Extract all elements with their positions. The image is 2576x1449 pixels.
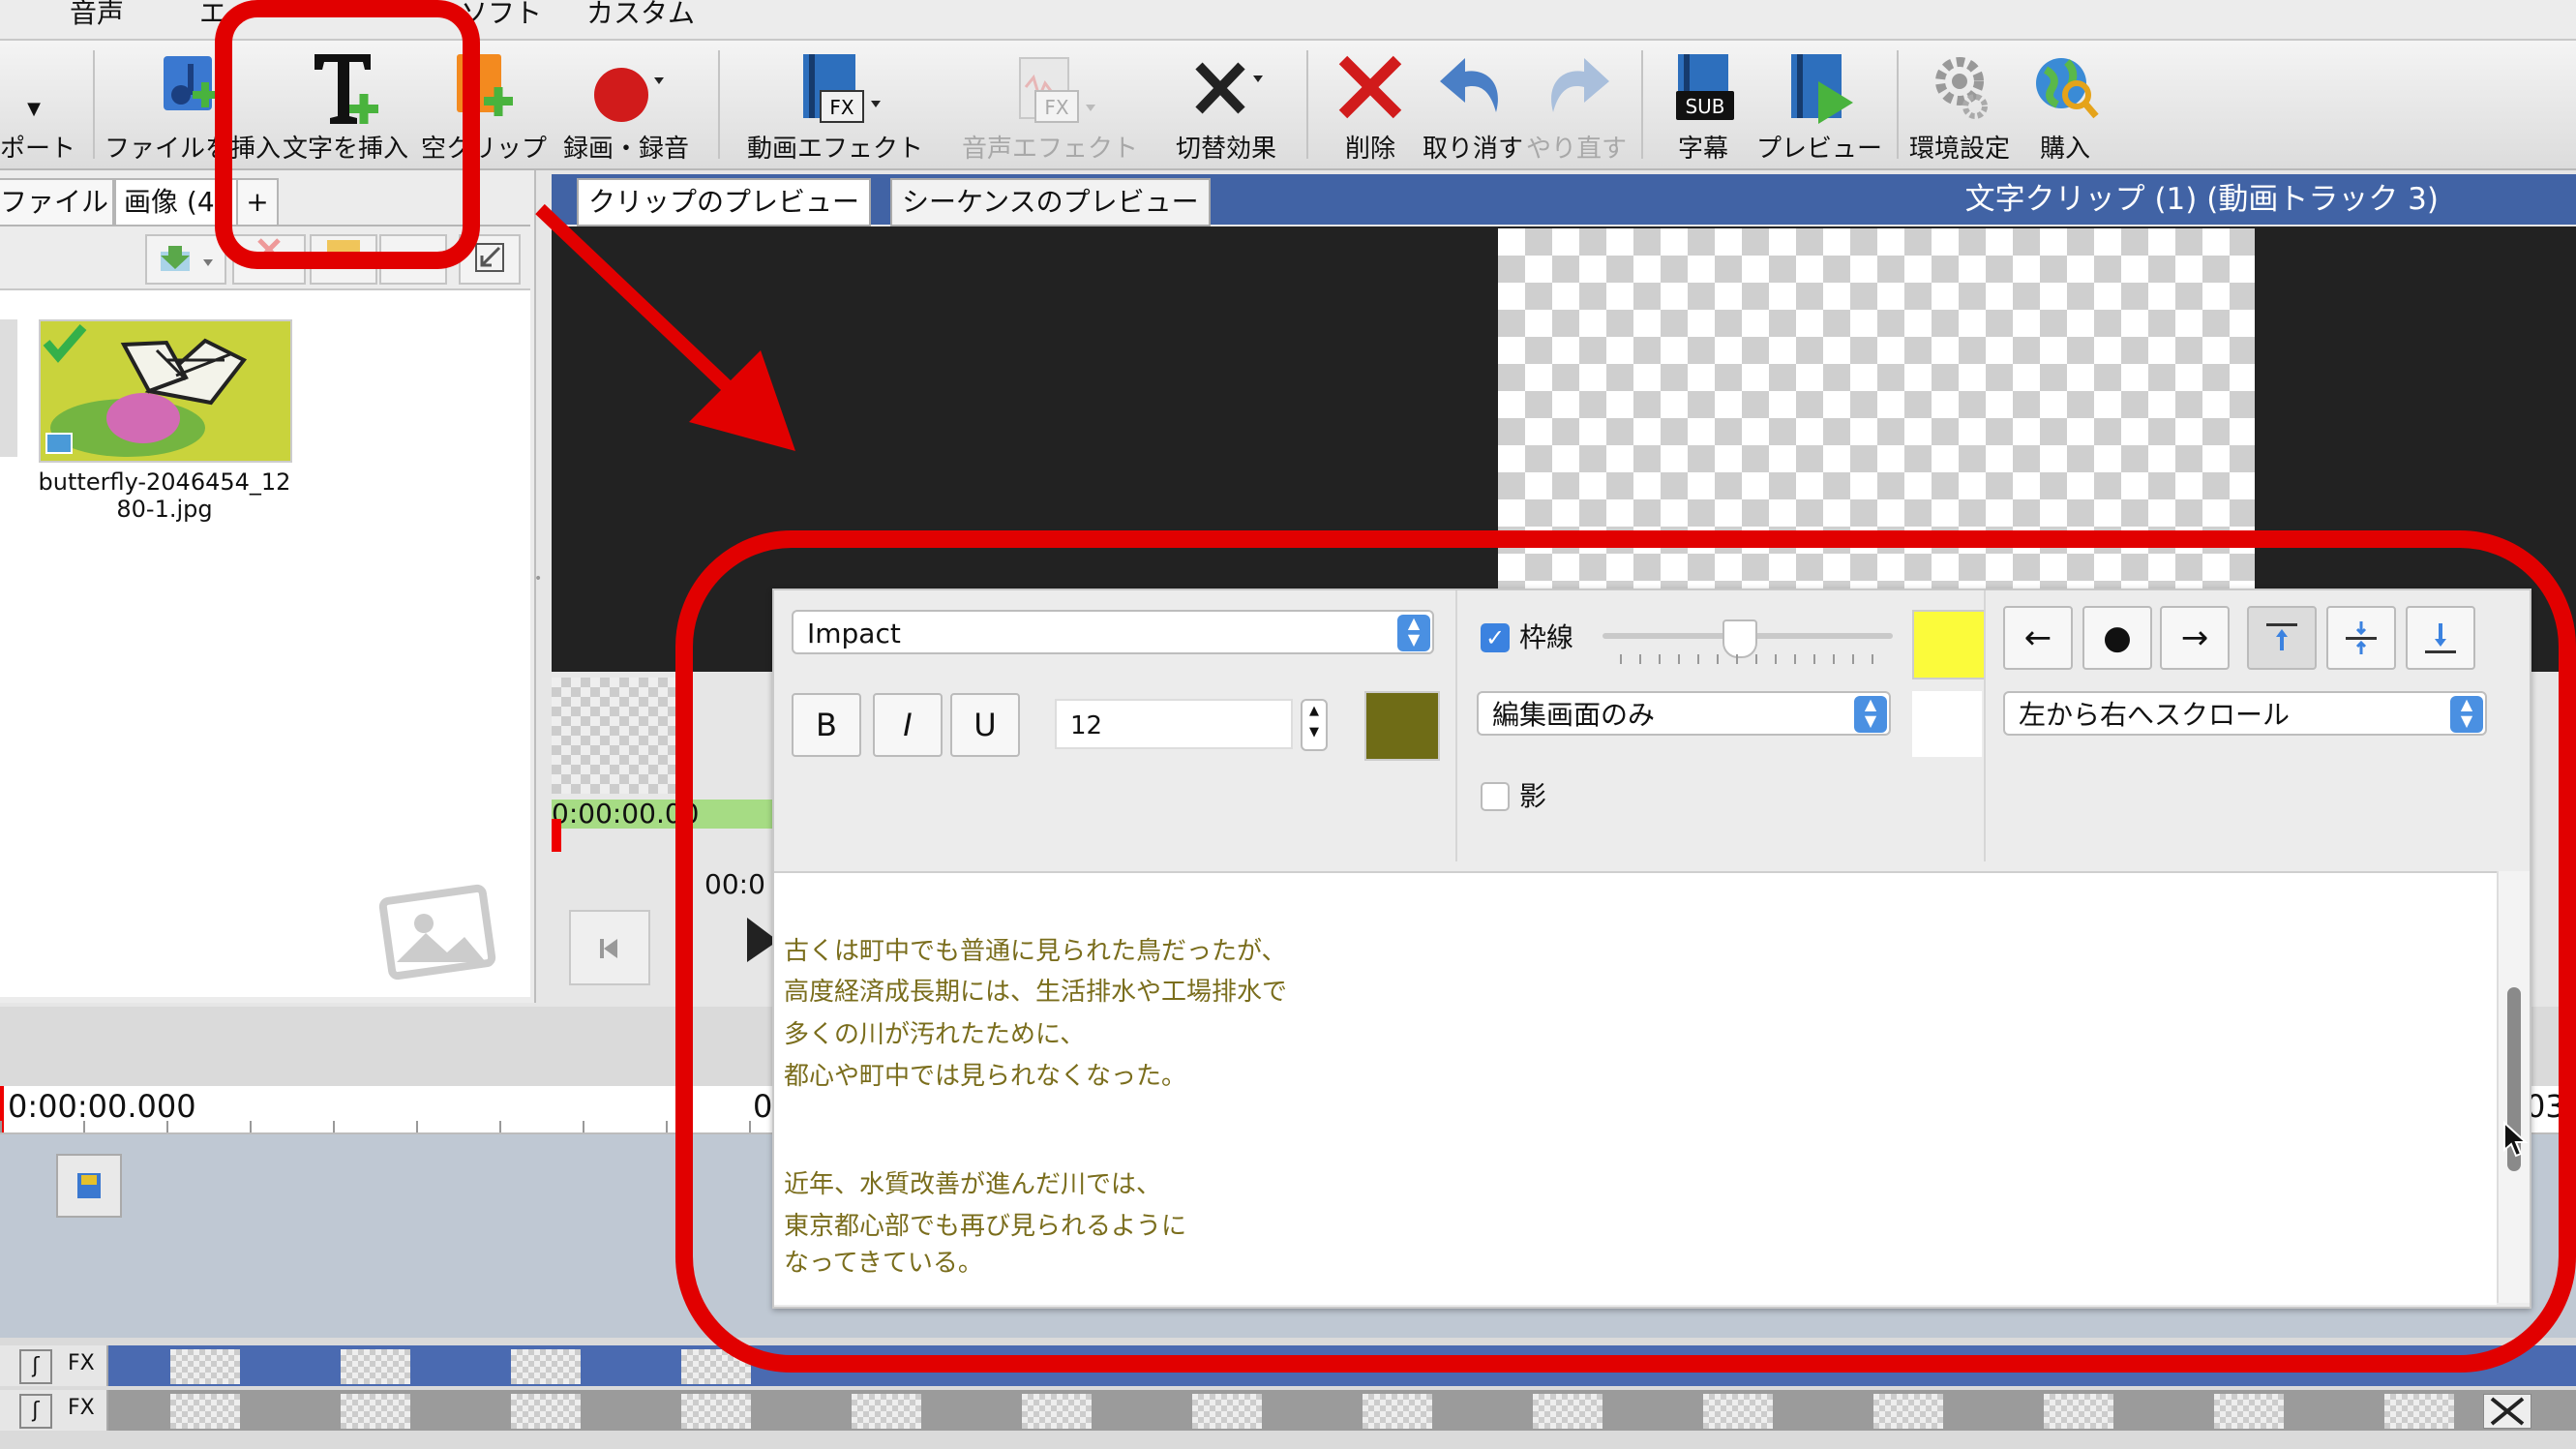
track-frame bbox=[1022, 1394, 1092, 1429]
transition-button[interactable]: 切替効果 bbox=[1163, 41, 1289, 168]
clip-title: 文字クリップ (1) (動画トラック 3) bbox=[1964, 182, 2439, 217]
toolbar-divider bbox=[1641, 50, 1643, 159]
fx-badge: FX bbox=[829, 96, 854, 119]
preview-button[interactable]: プレビュー bbox=[1753, 41, 1885, 168]
subtitle-label: 字幕 bbox=[1677, 135, 1728, 164]
settings-label: 環境設定 bbox=[1908, 135, 2010, 164]
skip-start-icon bbox=[600, 939, 617, 958]
delete-label: 削除 bbox=[1344, 135, 1395, 164]
chevron-down-icon: ▼ bbox=[27, 99, 41, 119]
tab-files[interactable]: ファイル bbox=[0, 178, 114, 225]
track-frame bbox=[1192, 1394, 1262, 1429]
delete-x-icon bbox=[1338, 55, 1402, 119]
purchase-button[interactable]: 購入 bbox=[2019, 41, 2112, 168]
fx-badge: FX bbox=[1044, 96, 1069, 119]
redo-button[interactable]: やり直す bbox=[1525, 41, 1628, 168]
delete-button[interactable]: 削除 bbox=[1322, 41, 1419, 168]
thumbnail-name-line1: butterfly-2046454_12 bbox=[38, 468, 291, 496]
clip-frame-thumb bbox=[552, 678, 677, 794]
track-fx-label[interactable]: FX bbox=[68, 1396, 95, 1420]
preview-tabs-bar: クリップのプレビュー シーケンスのプレビュー 文字クリップ (1) (動画トラッ… bbox=[552, 174, 2576, 226]
transition-x-icon bbox=[1195, 62, 1263, 114]
sub-badge: SUB bbox=[1685, 95, 1724, 118]
music-file-icon bbox=[164, 56, 218, 110]
track-frame bbox=[511, 1394, 581, 1429]
subtitle-icon: SUB bbox=[1676, 54, 1734, 120]
butterfly-thumbnail[interactable] bbox=[39, 319, 292, 463]
track-frame bbox=[852, 1394, 921, 1429]
toolbar-divider bbox=[93, 50, 95, 159]
gear-icon bbox=[1935, 57, 1988, 119]
track-header: ʃ FX bbox=[0, 1345, 108, 1386]
toolbar-divider bbox=[1897, 50, 1899, 159]
media-panel: ファイル 画像 (4 + butterfly-2046454_12 80-1.j… bbox=[0, 170, 536, 1003]
track-frame bbox=[1873, 1394, 1943, 1429]
redo-label: やり直す bbox=[1525, 135, 1627, 164]
undo-button[interactable]: 取り消す bbox=[1423, 41, 1523, 168]
settings-button[interactable]: 環境設定 bbox=[1906, 41, 2013, 168]
purchase-label: 購入 bbox=[2039, 135, 2090, 164]
record-icon bbox=[594, 68, 664, 122]
track-frame bbox=[1533, 1394, 1603, 1429]
undo-arrow-icon bbox=[1440, 58, 1498, 112]
annotation-highlight-editor bbox=[675, 530, 2576, 1373]
video-fx-icon: FX bbox=[803, 54, 881, 123]
skip-start-button[interactable] bbox=[569, 910, 650, 985]
preview-play-icon bbox=[1791, 54, 1853, 124]
timeline-start-time: 0:00:00.000 bbox=[8, 1088, 196, 1125]
audio-track-row: ʃ FX bbox=[0, 1390, 2576, 1431]
track-frame bbox=[1363, 1394, 1432, 1429]
undo-label: 取り消す bbox=[1423, 135, 1524, 164]
redo-arrow-icon bbox=[1551, 58, 1609, 112]
video-effect-button[interactable]: FX 動画エフェクト bbox=[737, 41, 933, 168]
text-clip-icon bbox=[77, 1173, 101, 1198]
annotation-highlight-text-insert bbox=[215, 0, 480, 269]
track-frame bbox=[341, 1394, 410, 1429]
video-effect-label: 動画エフェクト bbox=[746, 135, 923, 164]
record-button[interactable]: 録画・録音 bbox=[559, 41, 693, 168]
track-frame bbox=[1703, 1394, 1773, 1429]
add-to-sequence-button[interactable] bbox=[145, 234, 226, 285]
import-button[interactable]: ▼ ポート bbox=[0, 41, 76, 168]
track-curve-icon[interactable]: ʃ bbox=[19, 1394, 52, 1429]
track-header: ʃ FX bbox=[0, 1390, 108, 1431]
track-curve-icon[interactable]: ʃ bbox=[19, 1349, 52, 1384]
tab-sequence-preview[interactable]: シーケンスのプレビュー bbox=[890, 178, 1211, 226]
track-frame bbox=[511, 1349, 581, 1384]
transition-x-icon bbox=[2490, 1397, 2525, 1426]
partial-thumbnail bbox=[0, 319, 17, 457]
butterfly-image bbox=[41, 321, 290, 461]
track-frame bbox=[2214, 1394, 2284, 1429]
text-clip-block[interactable] bbox=[56, 1154, 122, 1218]
track-frame bbox=[681, 1394, 751, 1429]
track-frame bbox=[2384, 1394, 2454, 1429]
media-list: butterfly-2046454_12 80-1.jpg bbox=[0, 288, 530, 997]
globe-icon bbox=[2036, 58, 2099, 119]
menu-custom[interactable]: カスタム bbox=[586, 0, 695, 33]
download-arrow-icon bbox=[161, 246, 213, 271]
track-fx-label[interactable]: FX bbox=[68, 1351, 95, 1375]
toolbar-divider bbox=[718, 50, 720, 159]
track-frame bbox=[341, 1349, 410, 1384]
preview-label: プレビュー bbox=[1755, 135, 1882, 164]
toolbar-divider bbox=[1306, 50, 1308, 159]
thumbnail-name-line2: 80-1.jpg bbox=[116, 496, 213, 523]
transition-label: 切替効果 bbox=[1175, 135, 1276, 164]
audio-fx-icon: FX bbox=[1019, 57, 1095, 123]
menu-audio[interactable]: 音声 bbox=[70, 0, 124, 33]
annotation-arrow-icon bbox=[535, 203, 795, 451]
track-frame bbox=[170, 1394, 240, 1429]
audio-effect-label: 音声エフェクト bbox=[961, 135, 1138, 164]
import-label: ポート bbox=[0, 135, 76, 164]
track-transition[interactable] bbox=[2483, 1394, 2531, 1429]
record-label: 録画・録音 bbox=[562, 135, 689, 164]
splitter-handle[interactable]: • bbox=[534, 571, 542, 589]
track-frame bbox=[170, 1349, 240, 1384]
image-placeholder-icon bbox=[378, 884, 496, 981]
track-frame bbox=[2044, 1394, 2113, 1429]
subtitle-button[interactable]: SUB 字幕 bbox=[1657, 41, 1750, 168]
thumbnail-caption: butterfly-2046454_12 80-1.jpg bbox=[19, 468, 310, 523]
playhead-marker[interactable] bbox=[552, 819, 561, 852]
audio-effect-button[interactable]: FX 音声エフェクト bbox=[952, 41, 1148, 168]
